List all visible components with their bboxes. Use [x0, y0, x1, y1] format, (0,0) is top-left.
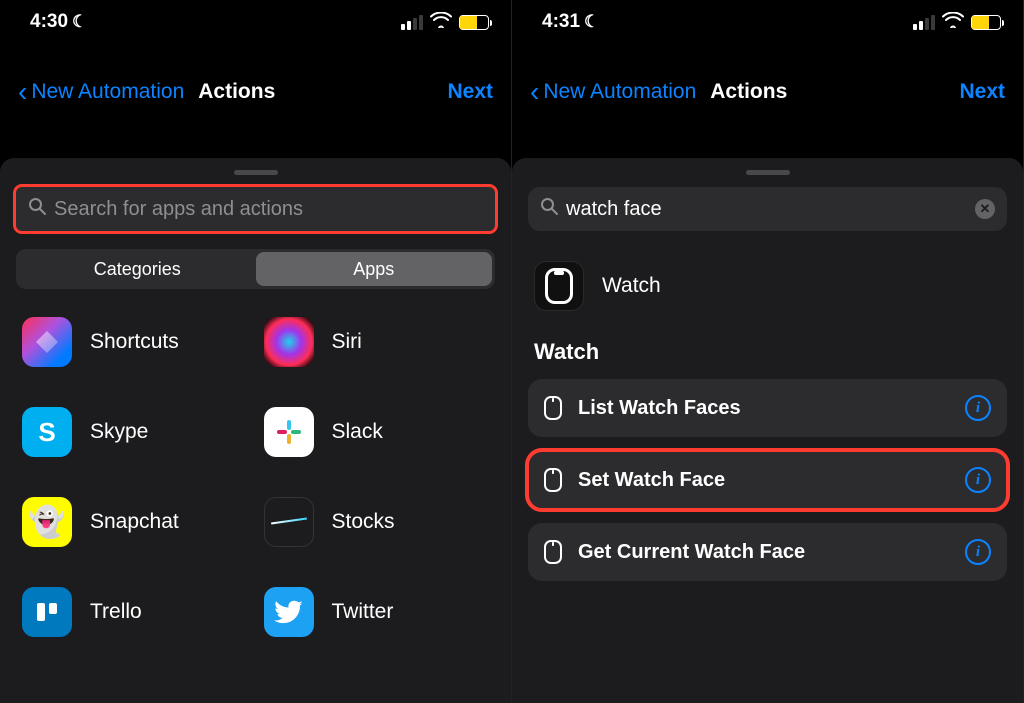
skype-icon: S: [22, 407, 72, 457]
wifi-icon: [430, 12, 452, 33]
battery-icon: [971, 15, 1001, 30]
siri-icon: [264, 317, 314, 367]
nav-title: Actions: [198, 80, 275, 104]
app-label: Skype: [90, 420, 148, 444]
segment-categories[interactable]: Categories: [19, 252, 256, 286]
app-shortcuts[interactable]: Shortcuts: [22, 317, 248, 367]
result-app-row[interactable]: Watch: [528, 261, 1007, 311]
app-skype[interactable]: S Skype: [22, 407, 248, 457]
snapchat-icon: 👻: [22, 497, 72, 547]
search-icon: [28, 197, 46, 221]
action-list-watch-faces[interactable]: List Watch Faces i: [528, 379, 1007, 437]
app-grid: Shortcuts Siri S Skype Sl: [16, 317, 495, 637]
app-snapchat[interactable]: 👻 Snapchat: [22, 497, 248, 547]
wifi-icon: [942, 12, 964, 33]
app-label: Slack: [332, 420, 383, 444]
screenshot-right: 4:31 ☾ ‹ New Automation Actions Next ✕: [512, 0, 1024, 703]
section-title: Watch: [534, 339, 1007, 365]
shortcuts-icon: [22, 317, 72, 367]
cellular-icon: [401, 15, 423, 30]
sheet-grabber[interactable]: [234, 170, 278, 175]
search-field[interactable]: [16, 187, 495, 231]
status-bar: 4:30 ☾: [0, 0, 511, 44]
result-app-label: Watch: [602, 274, 661, 298]
action-label: Set Watch Face: [578, 469, 725, 492]
app-label: Siri: [332, 330, 362, 354]
nav-bar: ‹ New Automation Actions Next: [512, 62, 1023, 122]
watch-icon: [544, 396, 562, 420]
action-label: List Watch Faces: [578, 397, 741, 420]
watch-app-icon: [534, 261, 584, 311]
app-siri[interactable]: Siri: [264, 317, 490, 367]
app-label: Shortcuts: [90, 330, 179, 354]
segmented-control[interactable]: Categories Apps: [16, 249, 495, 289]
battery-icon: [459, 15, 489, 30]
search-icon: [540, 197, 558, 221]
slack-icon: [264, 407, 314, 457]
app-label: Trello: [90, 600, 142, 624]
info-icon[interactable]: i: [965, 539, 991, 565]
app-slack[interactable]: Slack: [264, 407, 490, 457]
next-button[interactable]: Next: [447, 80, 493, 104]
watch-icon: [544, 540, 562, 564]
dnd-moon-icon: ☾: [584, 12, 599, 32]
info-icon[interactable]: i: [965, 467, 991, 493]
actions-sheet: ✕ Watch Watch List Watch Faces i Set Wat…: [512, 158, 1023, 703]
dnd-moon-icon: ☾: [72, 12, 87, 32]
app-label: Snapchat: [90, 510, 179, 534]
action-set-watch-face[interactable]: Set Watch Face i: [528, 451, 1007, 509]
action-get-current-watch-face[interactable]: Get Current Watch Face i: [528, 523, 1007, 581]
status-time: 4:30: [30, 11, 68, 33]
back-button[interactable]: New Automation: [31, 80, 184, 104]
app-label: Stocks: [332, 510, 395, 534]
sheet-grabber[interactable]: [746, 170, 790, 175]
twitter-icon: [264, 587, 314, 637]
status-bar: 4:31 ☾: [512, 0, 1023, 44]
app-trello[interactable]: Trello: [22, 587, 248, 637]
status-time: 4:31: [542, 11, 580, 33]
next-button[interactable]: Next: [959, 80, 1005, 104]
clear-icon[interactable]: ✕: [975, 199, 995, 219]
segment-apps[interactable]: Apps: [256, 252, 493, 286]
nav-bar: ‹ New Automation Actions Next: [0, 62, 511, 122]
search-input[interactable]: [566, 198, 967, 221]
nav-title: Actions: [710, 80, 787, 104]
stocks-icon: [264, 497, 314, 547]
action-list: List Watch Faces i Set Watch Face i Get …: [528, 379, 1007, 581]
search-field[interactable]: ✕: [528, 187, 1007, 231]
search-input[interactable]: [54, 198, 483, 221]
trello-icon: [22, 587, 72, 637]
back-chevron-icon[interactable]: ‹: [530, 76, 539, 108]
screenshot-left: 4:30 ☾ ‹ New Automation Actions Next Cat…: [0, 0, 512, 703]
watch-icon: [544, 468, 562, 492]
info-icon[interactable]: i: [965, 395, 991, 421]
action-label: Get Current Watch Face: [578, 541, 805, 564]
actions-sheet: Categories Apps Shortcuts Siri S Skype: [0, 158, 511, 703]
back-chevron-icon[interactable]: ‹: [18, 76, 27, 108]
app-stocks[interactable]: Stocks: [264, 497, 490, 547]
back-button[interactable]: New Automation: [543, 80, 696, 104]
app-twitter[interactable]: Twitter: [264, 587, 490, 637]
cellular-icon: [913, 15, 935, 30]
app-label: Twitter: [332, 600, 394, 624]
